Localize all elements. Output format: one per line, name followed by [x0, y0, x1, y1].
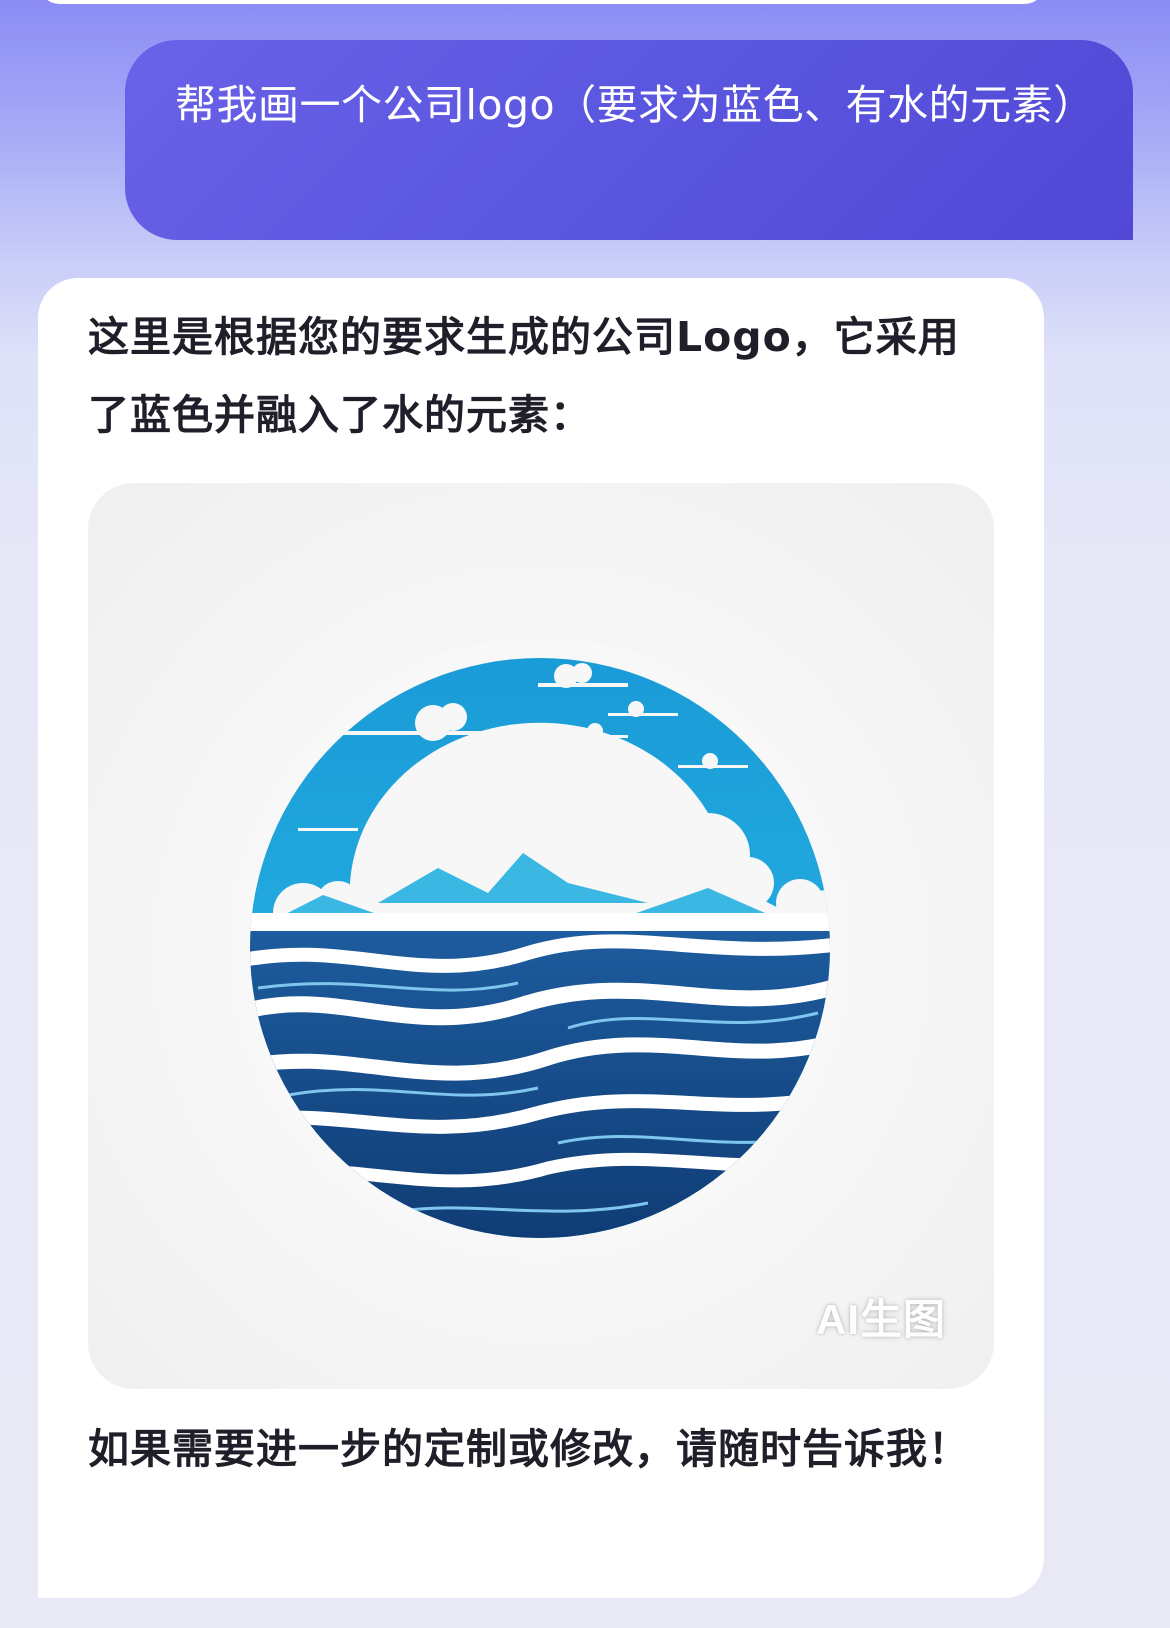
assistant-intro-text: 这里是根据您的要求生成的公司Logo，它采用了蓝色并融入了水的元素：	[88, 313, 960, 439]
assistant-outro-text: 如果需要进一步的定制或修改，请随时告诉我！	[88, 1425, 970, 1473]
assistant-message-bubble: 这里是根据您的要求生成的公司Logo，它采用了蓝色并融入了水的元素： AI生图 …	[38, 278, 1044, 1598]
previous-message-bubble	[38, 0, 1046, 4]
water-logo-graphic	[230, 638, 850, 1258]
ai-image-watermark: AI生图	[815, 1296, 946, 1343]
user-message-text: 帮我画一个公司logo（要求为蓝色、有水的元素）	[175, 81, 1095, 129]
generated-logo-image[interactable]: AI生图	[88, 483, 994, 1389]
user-message-bubble: 帮我画一个公司logo（要求为蓝色、有水的元素）	[125, 40, 1133, 240]
